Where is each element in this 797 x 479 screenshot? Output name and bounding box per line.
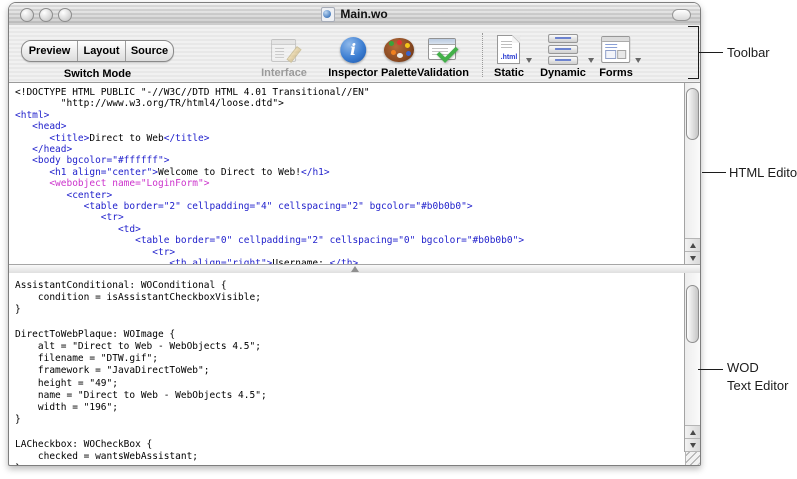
static-element-icon: .html — [498, 35, 521, 64]
code-line: <!DOCTYPE HTML PUBLIC "-//W3C//DTD HTML … — [15, 87, 683, 98]
dynamic-label: Dynamic — [540, 67, 586, 79]
toolbar-separator — [482, 33, 483, 77]
html-editor-scrollbar[interactable] — [684, 83, 700, 265]
down-arrow-icon — [690, 443, 696, 448]
validation-icon — [428, 36, 459, 63]
wod-editor-annotation-line — [698, 369, 723, 370]
switch-mode-label: Switch Mode — [21, 68, 174, 80]
preview-button[interactable]: Preview — [22, 41, 78, 61]
toolbar-item-dynamic[interactable]: Dynamic — [540, 33, 586, 79]
validation-label: Validation — [417, 67, 469, 79]
code-line: } — [15, 414, 683, 426]
code-line: <tr> — [15, 212, 683, 223]
code-line: "http://www.w3.org/TR/html4/loose.dtd"> — [15, 98, 683, 109]
layout-button[interactable]: Layout — [78, 41, 126, 61]
wod-editor[interactable]: AssistantConditional: WOConditional { co… — [9, 273, 700, 465]
code-line: <html> — [15, 110, 683, 121]
down-arrow-icon — [690, 256, 696, 261]
toolbar: Preview Layout Source Switch Mode Interf… — [9, 25, 700, 83]
toolbar-item-interface: Interface — [261, 33, 307, 79]
inspector-label: Inspector — [328, 67, 378, 79]
code-line: width = "196"; — [15, 402, 683, 414]
screenshot-root: Main.wo Preview Layout Source Switch Mod… — [0, 0, 797, 479]
code-line: framework = "JavaDirectToWeb"; — [15, 365, 683, 377]
dropdown-caret-icon — [635, 58, 641, 63]
code-line: name = "Direct to Web - WebObjects 4.5"; — [15, 390, 683, 402]
code-line: AssistantConditional: WOConditional { — [15, 280, 683, 292]
code-line: checked = wantsWebAssistant; — [15, 451, 683, 463]
splitter-dimple-icon — [351, 266, 359, 272]
toolbar-item-static[interactable]: .html Static — [494, 33, 524, 79]
resize-grip[interactable] — [685, 451, 700, 465]
code-line: alt = "Direct to Web - WebObjects 4.5"; — [15, 341, 683, 353]
forms-label: Forms — [599, 67, 633, 79]
wod-editor-annotation-label: WOD Text Editor — [727, 359, 788, 395]
scroll-down-button[interactable] — [685, 251, 700, 265]
code-line: <body bgcolor="#ffffff"> — [15, 155, 683, 166]
palette-icon — [384, 38, 414, 62]
code-line — [15, 317, 683, 329]
scroll-thumb[interactable] — [686, 88, 699, 140]
code-line: <table border="0" cellpadding="2" cellsp… — [15, 235, 683, 246]
window-title: Main.wo — [340, 7, 387, 21]
wod-annotation-line1: WOD — [727, 359, 788, 377]
code-line: filename = "DTW.gif"; — [15, 353, 683, 365]
html-editor[interactable]: <!DOCTYPE HTML PUBLIC "-//W3C//DTD HTML … — [9, 82, 700, 265]
html-editor-annotation-line — [702, 172, 726, 173]
code-line: <table border="2" cellpadding="4" cellsp… — [15, 201, 683, 212]
scroll-up-button[interactable] — [685, 425, 700, 439]
toolbar-item-validation[interactable]: Validation — [417, 33, 469, 79]
wod-editor-scrollbar[interactable] — [684, 273, 700, 452]
scroll-thumb[interactable] — [686, 285, 699, 343]
scroll-down-button[interactable] — [685, 438, 700, 452]
code-line: <head> — [15, 121, 683, 132]
inspector-icon: i — [340, 37, 366, 63]
dropdown-caret-icon — [526, 58, 532, 63]
document-proxy-icon — [321, 7, 335, 22]
toolbar-item-inspector[interactable]: i Inspector — [328, 33, 378, 79]
up-arrow-icon — [690, 430, 696, 435]
code-line: <center> — [15, 190, 683, 201]
dropdown-caret-icon — [588, 58, 594, 63]
html-source-code[interactable]: <!DOCTYPE HTML PUBLIC "-//W3C//DTD HTML … — [15, 87, 683, 265]
palette-label: Palette — [381, 67, 417, 79]
toolbar-item-palette[interactable]: Palette — [381, 33, 417, 79]
code-line: <h1 align="center">Welcome to Direct to … — [15, 167, 683, 178]
code-line: LACheckbox: WOCheckBox { — [15, 439, 683, 451]
scroll-up-button[interactable] — [685, 238, 700, 252]
toolbar-toggle-button[interactable] — [672, 9, 691, 21]
webobjects-builder-window: Main.wo Preview Layout Source Switch Mod… — [8, 2, 701, 466]
static-label: Static — [494, 67, 524, 79]
switch-mode-control: Preview Layout Source — [21, 40, 174, 62]
wod-annotation-line2: Text Editor — [727, 377, 788, 395]
code-line: <tr> — [15, 247, 683, 258]
toolbar-annotation-bracket — [688, 78, 699, 79]
toolbar-annotation-label: Toolbar — [727, 44, 770, 62]
title-group: Main.wo — [9, 3, 700, 25]
interface-icon — [269, 36, 299, 64]
code-line: height = "49"; — [15, 378, 683, 390]
code-line: <title>Direct to Web</title> — [15, 133, 683, 144]
up-arrow-icon — [690, 243, 696, 248]
code-line: condition = isAssistantCheckboxVisible; — [15, 292, 683, 304]
html-editor-annotation-label: HTML Editor — [729, 164, 797, 182]
code-line: </head> — [15, 144, 683, 155]
toolbar-item-forms[interactable]: Forms — [599, 33, 633, 79]
code-line: } — [15, 463, 683, 465]
wod-source-code[interactable]: AssistantConditional: WOConditional { co… — [15, 280, 683, 465]
interface-label: Interface — [261, 67, 307, 79]
window-titlebar[interactable]: Main.wo — [9, 3, 700, 26]
code-line: } — [15, 304, 683, 316]
code-line: <webobject name="LoginForm"> — [15, 178, 683, 189]
code-line: DirectToWebPlaque: WOImage { — [15, 329, 683, 341]
toolbar-annotation-line — [698, 52, 723, 53]
source-button[interactable]: Source — [126, 41, 173, 61]
code-line: <td> — [15, 224, 683, 235]
dynamic-element-icon — [548, 34, 578, 65]
code-line — [15, 426, 683, 438]
forms-element-icon — [602, 36, 631, 63]
